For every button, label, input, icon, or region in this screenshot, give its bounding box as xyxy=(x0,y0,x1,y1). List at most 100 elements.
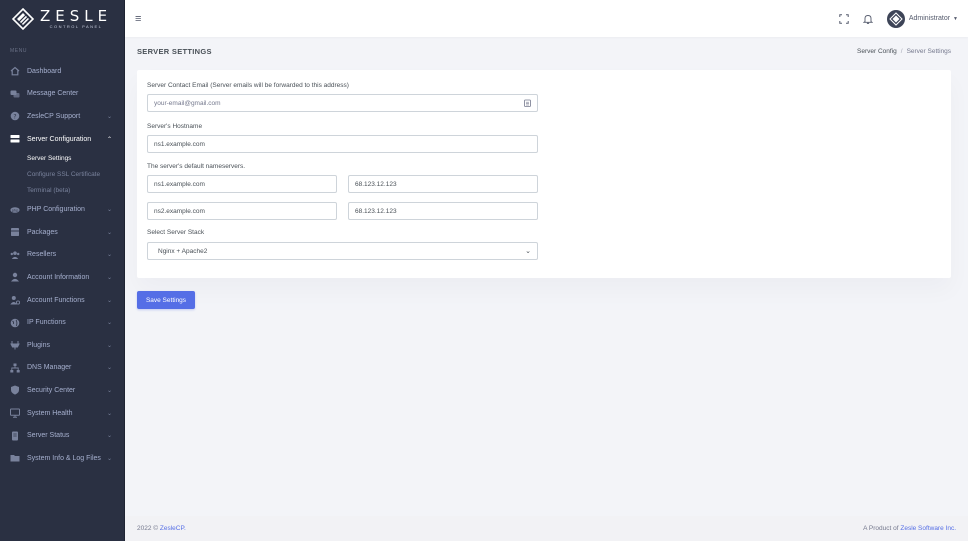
brand-subtitle: CONTROL PANEL xyxy=(49,24,103,29)
sidebar-item-label: System Info & Log Files xyxy=(27,454,101,462)
avatar-logo-icon xyxy=(889,11,903,26)
sidebar-item-label: Resellers xyxy=(27,251,57,259)
sidebar-item-ip-functions[interactable]: IP Functions ⌄ xyxy=(0,311,124,334)
chevron-down-icon: ⌄ xyxy=(106,113,112,120)
email-label: Server Contact Email (Server emails will… xyxy=(147,82,349,89)
sidebar-subitem-server-settings[interactable]: Server Settings xyxy=(0,150,124,166)
monitor-icon xyxy=(10,408,20,418)
chevron-down-icon: ⌄ xyxy=(106,274,112,281)
hostname-label: Server's Hostname xyxy=(147,123,203,130)
sidebar-item-dashboard[interactable]: Dashboard xyxy=(0,60,124,83)
sidebar-item-resellers[interactable]: Resellers ⌄ xyxy=(0,244,124,267)
topbar: ≡ Administrator ▼ xyxy=(125,0,968,37)
chat-icon xyxy=(10,89,20,99)
sidebar-item-server-status[interactable]: Server Status ⌄ xyxy=(0,424,124,447)
plug-icon xyxy=(10,340,20,350)
fullscreen-icon[interactable] xyxy=(839,13,849,24)
globe-icon xyxy=(10,318,20,328)
server-stack-select[interactable]: Nginx + Apache2 ⌄ xyxy=(147,242,538,260)
clipboard-icon[interactable] xyxy=(524,99,531,107)
sidebar-item-label: IP Functions xyxy=(27,319,66,327)
server-icon xyxy=(10,134,20,144)
chevron-down-icon: ⌄ xyxy=(106,229,112,236)
chevron-down-icon: ⌄ xyxy=(106,342,112,349)
email-placeholder: your-email@gmail.com xyxy=(154,99,221,107)
nameserver-2-host-field[interactable]: ns2.example.com xyxy=(147,202,337,220)
brand-name: ZESLE xyxy=(39,7,113,25)
sidebar-item-account-information[interactable]: Account Information ⌄ xyxy=(0,266,124,289)
sidebar-item-label: Account Functions xyxy=(27,296,85,304)
chevron-down-icon: ⌄ xyxy=(106,455,112,462)
sidebar-item-label: Server Configuration xyxy=(27,135,92,143)
sidebar-item-label: Security Center xyxy=(27,386,76,394)
sidebar-item-account-functions[interactable]: Account Functions ⌄ xyxy=(0,289,124,312)
ns1-host-value: ns1.example.com xyxy=(154,180,205,188)
product-text: A Product of xyxy=(863,525,901,532)
chevron-down-icon: ⌄ xyxy=(106,320,112,327)
hostname-field[interactable]: ns1.example.com xyxy=(147,135,538,153)
breadcrumb-server-config[interactable]: Server Config xyxy=(857,48,897,55)
chevron-down-icon[interactable]: ▼ xyxy=(953,16,958,22)
sidebar: ZESLE CONTROL PANEL MENU Dashboard Messa… xyxy=(0,0,125,541)
email-field[interactable]: your-email@gmail.com xyxy=(147,94,538,112)
brand-logo[interactable]: ZESLE CONTROL PANEL xyxy=(0,0,124,38)
server-settings-card: Server Contact Email (Server emails will… xyxy=(137,70,951,278)
help-icon: ? xyxy=(10,111,20,121)
ns2-ip-value: 68.123.12.123 xyxy=(355,207,397,215)
sidebar-item-label: ZesleCP Support xyxy=(27,112,81,120)
users-icon xyxy=(10,250,20,260)
sidebar-item-dns-manager[interactable]: DNS Manager ⌄ xyxy=(0,357,124,380)
sidebar-item-label: Packages xyxy=(27,228,58,236)
chevron-down-icon: ⌄ xyxy=(106,297,112,304)
sidebar-subitem-terminal[interactable]: Terminal (beta) xyxy=(0,182,124,198)
package-icon xyxy=(10,227,20,237)
chevron-up-icon: ⌃ xyxy=(106,136,112,143)
menu-title: MENU xyxy=(10,48,28,54)
user-cog-icon xyxy=(10,295,20,305)
chevron-down-icon: ⌄ xyxy=(106,365,112,372)
zesle-logo-icon xyxy=(11,8,34,30)
sidebar-item-message-center[interactable]: Message Center xyxy=(0,83,124,106)
breadcrumb-current: Server Settings xyxy=(906,48,951,55)
user-name[interactable]: Administrator xyxy=(909,15,950,22)
footer: 2022 © ZesleCP. A Product of Zesle Softw… xyxy=(125,516,968,541)
footer-zesle-software-link[interactable]: Zesle Software Inc. xyxy=(900,525,956,532)
nameserver-2-ip-field[interactable]: 68.123.12.123 xyxy=(348,202,538,220)
sidebar-item-plugins[interactable]: Plugins ⌄ xyxy=(0,334,124,357)
sidebar-item-label: Message Center xyxy=(27,90,79,98)
save-settings-button[interactable]: Save Settings xyxy=(137,291,195,309)
stack-label: Select Server Stack xyxy=(147,229,205,236)
sidebar-item-label: Account Information xyxy=(27,273,90,281)
svg-text:?: ? xyxy=(13,114,16,121)
php-icon: php xyxy=(10,205,20,215)
chevron-down-icon: ⌄ xyxy=(106,410,112,417)
chevron-down-icon: ⌄ xyxy=(106,387,112,394)
sidebar-item-label: Dashboard xyxy=(27,67,62,75)
sidebar-subitem-configure-ssl[interactable]: Configure SSL Certificate xyxy=(0,166,124,182)
sidebar-item-php-configuration[interactable]: php PHP Configuration ⌄ xyxy=(0,198,124,221)
bell-icon[interactable] xyxy=(862,14,873,24)
ns2-host-value: ns2.example.com xyxy=(154,207,205,215)
ns1-ip-value: 68.123.12.123 xyxy=(355,180,397,188)
chevron-down-icon: ⌄ xyxy=(106,252,112,259)
sidebar-item-security-center[interactable]: Security Center ⌄ xyxy=(0,379,124,402)
menu-toggle-icon[interactable]: ≡ xyxy=(135,13,141,25)
nameservers-label: The server's default nameservers. xyxy=(147,163,246,170)
sidebar-item-server-configuration[interactable]: Server Configuration ⌃ xyxy=(0,128,124,151)
sidebar-item-zeslecp-support[interactable]: ? ZesleCP Support ⌄ xyxy=(0,105,124,128)
nameserver-1-ip-field[interactable]: 68.123.12.123 xyxy=(348,175,538,193)
home-icon xyxy=(10,66,20,76)
sidebar-item-system-info-logs[interactable]: System Info & Log Files ⌄ xyxy=(0,447,124,470)
page-header: SERVER SETTINGS Server Config / Server S… xyxy=(137,47,951,56)
stack-selected-value: Nginx + Apache2 xyxy=(158,247,208,255)
shield-icon xyxy=(10,385,20,396)
breadcrumb-separator: / xyxy=(900,48,903,55)
avatar[interactable] xyxy=(886,9,905,28)
sidebar-item-packages[interactable]: Packages ⌄ xyxy=(0,221,124,244)
footer-zeslecp-link[interactable]: ZesleCP. xyxy=(160,525,186,532)
sidebar-item-system-health[interactable]: System Health ⌄ xyxy=(0,402,124,425)
nameserver-1-host-field[interactable]: ns1.example.com xyxy=(147,175,337,193)
folder-icon xyxy=(10,453,20,463)
sitemap-icon xyxy=(10,363,20,373)
page-title: SERVER SETTINGS xyxy=(137,47,212,56)
